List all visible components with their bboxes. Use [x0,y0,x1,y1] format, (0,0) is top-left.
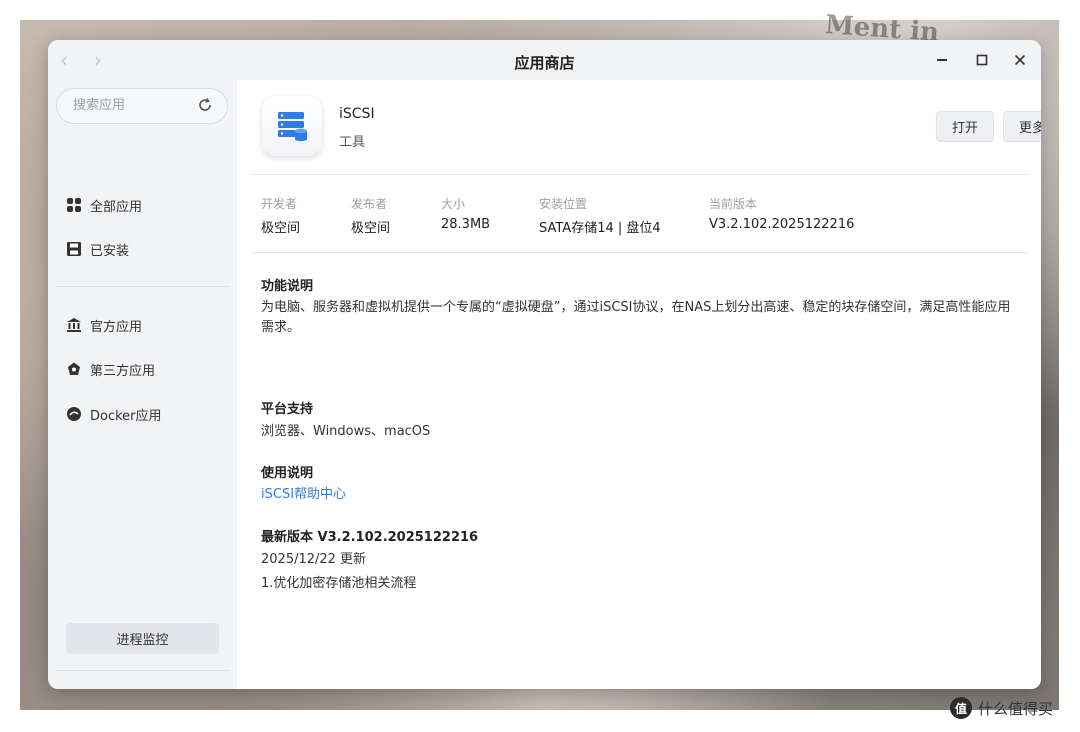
meta-key: 发布者 [351,197,388,211]
meta-publisher: 发布者 极空间 [351,195,390,236]
site-watermark: 值 什么值得买 [950,697,1053,719]
app-detail-panel: iSCSI 工具 打开 更多 开发者 极空间 发布者 极空间 大小 28.3MB… [237,80,1041,689]
docker-icon [66,406,82,422]
sidebar: 全部应用 已安装 官方应用 第三方应用 Docker应用 [48,80,237,689]
watermark-badge: 值 [950,697,972,719]
latest-update-date: 2025/12/22 更新 [261,552,367,567]
maximize-icon[interactable] [970,48,994,72]
sidebar-item-installed[interactable]: 已安装 [66,239,129,259]
minimize-icon[interactable] [930,48,954,72]
sidebar-item-label: Docker应用 [90,408,162,424]
meta-key: 开发者 [261,197,298,211]
grid-icon [66,197,82,213]
section-title-latest-version: 最新版本 V3.2.102.2025122216 [261,530,479,545]
window-title: 应用商店 [514,54,575,72]
meta-value: V3.2.102.2025122216 [709,217,855,232]
watermark-text: 什么值得买 [978,699,1054,718]
sidebar-item-settings[interactable]: 设置 [66,687,116,689]
process-monitor-button[interactable]: 进程监控 [66,623,219,654]
meta-size: 大小 28.3MB [441,195,490,232]
more-button-label: 更多 [1018,121,1041,136]
sidebar-item-docker-apps[interactable]: Docker应用 [66,404,162,424]
meta-developer: 开发者 极空间 [261,195,300,236]
close-icon[interactable] [1008,48,1032,72]
meta-current-version: 当前版本 V3.2.102.2025122216 [709,195,854,232]
section-title-description: 功能说明 [261,279,314,294]
sidebar-item-all-apps[interactable]: 全部应用 [66,195,142,215]
sidebar-item-label: 第三方应用 [90,363,156,379]
save-icon [66,241,82,257]
bank-icon [66,317,82,333]
search-input[interactable] [71,97,185,114]
meta-value: 28.3MB [441,217,491,232]
sidebar-item-label: 官方应用 [90,319,143,335]
meta-install-location: 安装位置 SATA存储14 | 盘位4 [539,195,661,236]
app-category: 工具 [339,135,366,150]
title-bar: ‹ › 应用商店 [48,40,1041,80]
meta-key: 当前版本 [709,197,758,211]
platform-text: 浏览器、Windows、macOS [261,424,431,439]
meta-value: SATA存储14 | 盘位4 [539,221,661,236]
meta-value: 极空间 [261,221,301,236]
meta-key: 大小 [441,197,466,211]
app-name: iSCSI [339,106,375,122]
sidebar-item-label: 已安装 [90,243,130,259]
meta-key: 安装位置 [539,197,588,211]
app-store-window: ‹ › 应用商店 全部应用 已安装 [48,40,1041,689]
sidebar-item-third-party-apps[interactable]: 第三方应用 [66,359,155,379]
sidebar-item-label: 全部应用 [90,199,143,215]
more-button[interactable]: 更多 [1003,111,1041,142]
iscsi-app-icon [262,96,322,156]
description-text: 为电脑、服务器和虚拟机提供一个专属的“虚拟硬盘”，通过iSCSI协议，在NAS上… [261,300,1011,335]
header-divider [253,174,1027,175]
meta-divider [253,252,1027,253]
sidebar-divider [56,286,230,287]
latest-release-notes: 1.优化加密存储池相关流程 [261,576,417,591]
sidebar-item-label: 设置 [90,688,116,690]
sidebar-divider [56,670,230,671]
section-title-usage: 使用说明 [261,466,314,481]
section-title-platform: 平台支持 [261,402,314,417]
help-center-link[interactable]: iSCSI帮助中心 [261,485,346,505]
refresh-icon[interactable] [197,97,213,117]
open-button[interactable]: 打开 [936,111,994,142]
puzzle-icon [66,361,82,377]
sidebar-item-official-apps[interactable]: 官方应用 [66,315,142,335]
search-box [56,88,228,124]
meta-value: 极空间 [351,221,391,236]
